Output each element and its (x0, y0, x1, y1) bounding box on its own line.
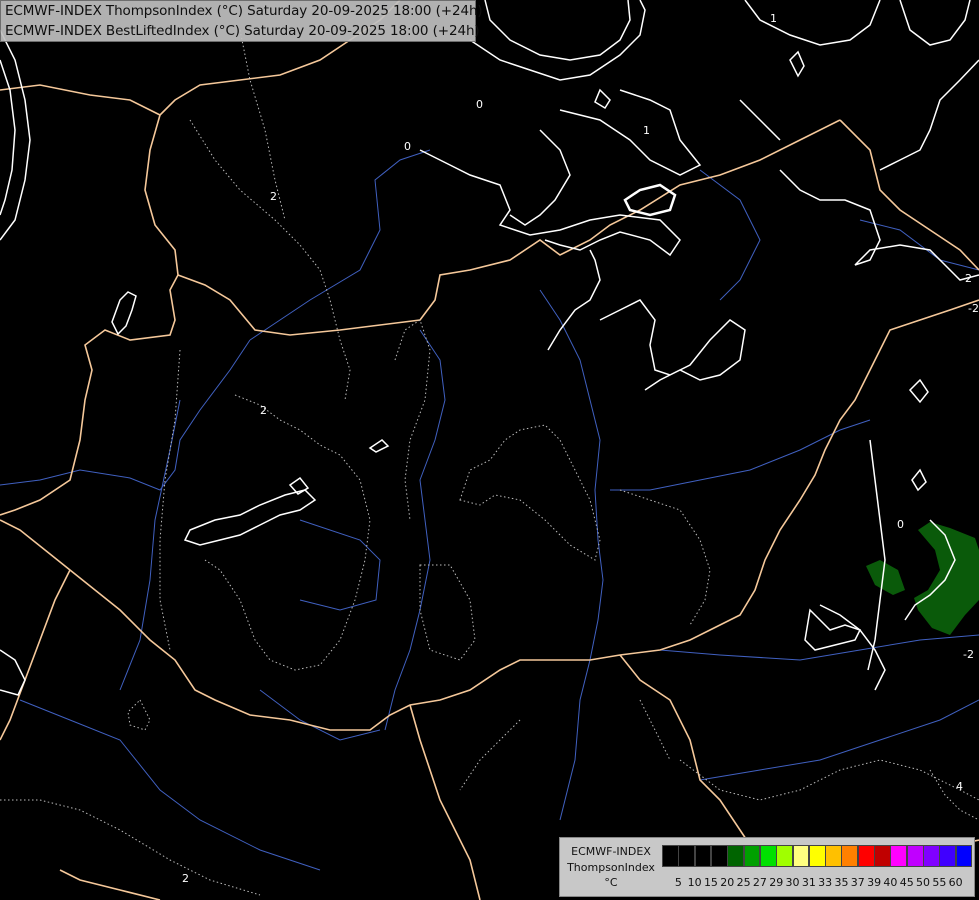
map-canvas: 0 0 2 2 2 2 1 1 -2 -2 4 0 (0, 0, 979, 900)
legend-color-scale (662, 845, 973, 867)
rivers (0, 149, 979, 871)
legend-swatch (710, 845, 728, 867)
legend-swatch (662, 845, 679, 867)
legend-tick-label: 45 (899, 876, 914, 889)
legend-tick-labels: 5 10 15 20 25 27 29 30 31 33 35 37 39 40 45 50 55 60 (662, 876, 972, 890)
legend: ECMWF-INDEX ThompsonIndex °C 5 10 15 20 25 27… (559, 837, 975, 897)
legend-tick-label: 27 (752, 876, 767, 889)
legend-swatch (727, 845, 745, 867)
legend-swatch (678, 845, 696, 867)
contour-label: 4 (956, 780, 963, 793)
map-view: 0 0 2 2 2 2 1 1 -2 -2 4 0 ECMWF-INDEX Th… (0, 0, 979, 900)
legend-tick-label: 39 (867, 876, 882, 889)
contour-label: 2 (182, 872, 189, 885)
legend-swatch (743, 845, 761, 867)
legend-tick-label: 29 (769, 876, 784, 889)
contour-label: 1 (643, 124, 650, 137)
legend-swatch (825, 845, 842, 867)
map-title-lifted: ECMWF-INDEX BestLiftedIndex (°C) Saturda… (5, 23, 480, 39)
legend-swatch (906, 845, 924, 867)
contour-label: 0 (404, 140, 411, 153)
legend-swatch (694, 845, 712, 867)
legend-swatch (939, 845, 957, 867)
legend-swatch (857, 845, 875, 867)
legend-tick-label: 50 (916, 876, 931, 889)
contour-label: -2 (963, 648, 974, 661)
contour-labels: 0 0 2 2 2 2 1 1 -2 -2 4 0 (182, 12, 979, 885)
legend-swatch (808, 845, 826, 867)
map-title-thompson: ECMWF-INDEX ThompsonIndex (°C) Saturday … (5, 3, 483, 19)
legend-tick-label: 25 (736, 876, 751, 889)
legend-tick-label: 30 (785, 876, 800, 889)
legend-tick-label: 55 (932, 876, 947, 889)
legend-swatch (792, 845, 810, 867)
legend-tick-label: 31 (801, 876, 816, 889)
contour-label: 2 (260, 404, 267, 417)
legend-variable: ThompsonIndex (567, 861, 655, 874)
legend-swatch (841, 845, 859, 867)
legend-tick-label: 37 (850, 876, 865, 889)
country-borders (0, 0, 979, 900)
legend-tick-label: 40 (883, 876, 898, 889)
contour-label: 2 (270, 190, 277, 203)
legend-tick-label: 20 (720, 876, 735, 889)
legend-tick-label: 33 (818, 876, 833, 889)
legend-unit: °C (604, 876, 618, 889)
contour-label: 0 (897, 518, 904, 531)
map-title-box: ECMWF-INDEX ThompsonIndex (°C) Saturday … (0, 0, 483, 42)
legend-swatch (955, 845, 973, 867)
legend-tick-label: 5 (674, 876, 682, 889)
legend-swatch (776, 845, 794, 867)
contour-label: 1 (770, 12, 777, 25)
dotted-contours (0, 29, 979, 896)
legend-swatch (874, 845, 891, 867)
legend-swatch (923, 845, 940, 867)
contour-lines (0, 0, 979, 696)
legend-swatch (759, 845, 777, 867)
legend-swatch (890, 845, 908, 867)
legend-tick-label: 35 (834, 876, 849, 889)
contour-label: -2 (968, 302, 979, 315)
legend-tick-label: 10 (687, 876, 702, 889)
legend-tick-label: 60 (948, 876, 963, 889)
legend-source: ECMWF-INDEX (571, 845, 651, 858)
contour-label: 2 (965, 272, 972, 285)
legend-tick-label: 15 (703, 876, 718, 889)
contour-label: 0 (476, 98, 483, 111)
